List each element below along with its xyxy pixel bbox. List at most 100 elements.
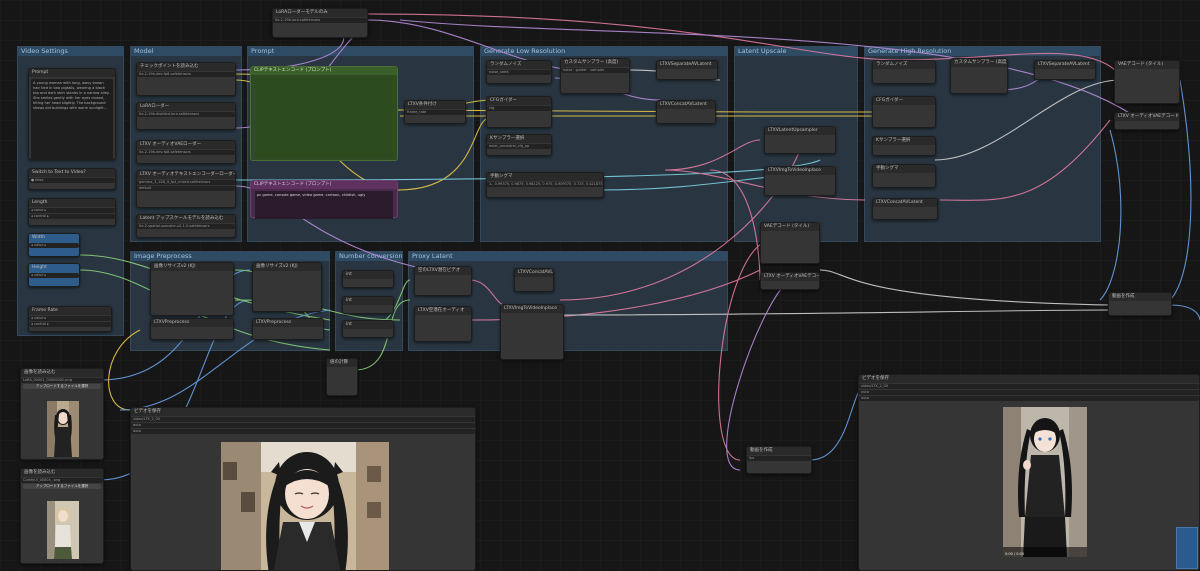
checkpoint-select[interactable]: ltx-2-19b-dev-fp8.safetensors <box>137 72 235 77</box>
group-title: Video Settings <box>18 47 123 56</box>
sigmas-node[interactable]: 手動シグマ 1., 0.99375, 0.9875, 0.98125, 0.97… <box>486 172 604 198</box>
node-graph-canvas[interactable]: Video Settings Model Prompt Generate Low… <box>0 0 1200 571</box>
latent-upscale-model-node[interactable]: Latent アップスケールモデルを読み込む ltx-2-spatial-ups… <box>136 214 236 238</box>
node-title: 画像リサイズv2 (KJ) <box>151 263 233 271</box>
length-value[interactable]: ◂ value ▸ <box>29 208 115 213</box>
lora-loader-node[interactable]: LoRAローダー ltx-2-19b-distilled-lora.safete… <box>136 102 236 130</box>
ltxv-concat-high-node[interactable]: LTXVConcatAVLatent <box>872 198 938 220</box>
node-title: LoRAローダー <box>137 103 235 111</box>
empty-latent-node[interactable]: 空のLTXV潜在ビデオ <box>414 266 472 296</box>
ltxv-separate-high-node[interactable]: LTXVSeparateAVLatent <box>1034 60 1096 80</box>
create-video-node-low[interactable]: 動画を作成 fps <box>746 446 812 474</box>
audio-vae-loader-node[interactable]: LTXV オーディオVAEローダー ltx-2-19b-dev-fp8.safe… <box>136 140 236 164</box>
ltxv-concat-node[interactable]: LTXVConcatAVLatent <box>656 100 716 124</box>
format-select-high[interactable]: auto <box>859 390 1199 395</box>
upload-button-1[interactable]: アップロードするファイルを選択 <box>23 384 101 389</box>
load-image-node-2[interactable]: 画像を読み込む ComfyUI_00004_.png アップロードするファイルを… <box>20 468 104 564</box>
cfg-value[interactable]: cfg <box>487 106 551 111</box>
number-node-2[interactable]: int <box>342 296 394 314</box>
ltxv-img-inplace-node[interactable]: LTXVImgToVideoInplace <box>764 166 836 196</box>
save-video-node-high[interactable]: ビデオを保存 video/LTX_2_00 auto auto 0:00 / 0… <box>858 374 1200 571</box>
sampler-custom-node[interactable]: カスタムサンプラー (高度) noise · guider · sampler <box>560 58 630 94</box>
prompt-node[interactable]: Prompt A young woman with long, wavy bro… <box>28 68 116 160</box>
node-title: int <box>343 297 393 305</box>
vae-decode-node[interactable]: VAEデコード (タイル) <box>760 222 820 264</box>
ltxv-preprocess-node-1[interactable]: LTXVPreprocess <box>150 318 234 340</box>
frame-rate-value[interactable]: ◂ value ▸ <box>29 316 111 321</box>
top-lora-select[interactable]: ltx-2-19b-lora.safetensors <box>273 18 367 23</box>
group-title: Latent Upscale <box>735 47 857 56</box>
group-title: Model <box>131 47 241 56</box>
load-checkpoint-node[interactable]: チェックポイントを読み込む ltx-2-19b-dev-fp8.safetens… <box>136 62 236 96</box>
sigmas-high-node[interactable]: 手動シグマ <box>872 164 936 188</box>
node-title: 画像を読み込む <box>21 369 103 377</box>
minimap[interactable] <box>1176 527 1198 569</box>
lora-select[interactable]: ltx-2-19b-distilled-lora.safetensors <box>137 112 235 117</box>
cfg-guider-high-node[interactable]: CFGガイダー <box>872 96 936 128</box>
resize-image-node-2[interactable]: 画像リサイズv2 (KJ) <box>252 262 322 312</box>
vae-decode-high-node[interactable]: VAEデコード (タイル) <box>1114 60 1180 104</box>
filename-prefix-high[interactable]: video/LTX_2_00 <box>859 384 1199 389</box>
ltxv-preprocess-node-2[interactable]: LTXVPreprocess <box>252 318 324 340</box>
fps-value[interactable]: fps <box>747 456 811 461</box>
video-preview-low[interactable] <box>221 442 389 570</box>
sigma-values[interactable]: 1., 0.99375, 0.9875, 0.98125, 0.975, 0.9… <box>487 182 603 187</box>
video-preview-high[interactable]: 0:00 / 0:05 <box>1003 407 1087 557</box>
sampler-custom-high-node[interactable]: カスタムサンプラー (高度) <box>950 58 1008 94</box>
height-node[interactable]: Height ◂ value ▸ <box>28 263 80 287</box>
random-noise-node[interactable]: ランダムノイズ noise_seed <box>486 60 552 84</box>
upload-button-2[interactable]: アップロードするファイルを選択 <box>23 484 101 489</box>
audio-vae-decode-node[interactable]: LTXV オーディオVAEデコード <box>760 272 820 290</box>
upscaler-select[interactable]: ltx-2-spatial-upscaler-x2-1.0.safetensor… <box>137 224 235 229</box>
ltxv-conditioning-node[interactable]: LTXV条件付け frame_rate <box>404 100 466 124</box>
length-node[interactable]: Length ◂ value ▸ ◂ control ▸ <box>28 198 116 226</box>
ksampler-select-node[interactable]: Kサンプラー選択 euler_ancestral_cfg_pp <box>486 134 552 156</box>
resize-image-node-1[interactable]: 画像リサイズv2 (KJ) <box>150 262 234 316</box>
number-node-3[interactable]: int <box>342 320 394 338</box>
height-value[interactable]: ◂ value ▸ <box>29 273 79 278</box>
node-title: Switch to Text to Video? <box>29 169 115 177</box>
number-node-1[interactable]: int <box>342 270 394 288</box>
file-select-1[interactable]: LoRA_00001_00000001.png <box>21 378 103 383</box>
group-title: Proxy Latent <box>409 252 727 261</box>
filename-prefix[interactable]: video/LTX_2_00 <box>131 417 475 422</box>
gemma-select[interactable]: gemma_3_12B_it_fp4_mixed.safetensors <box>137 180 235 185</box>
negative-text-area[interactable]: pc game, console game, video game, carto… <box>255 191 393 219</box>
prompt-textarea[interactable]: A young woman with long, wavy brown hair… <box>31 79 113 159</box>
noise-seed[interactable]: noise_seed <box>487 70 551 75</box>
positive-text-area[interactable] <box>256 78 392 158</box>
create-video-high-node[interactable]: 動画を作成 <box>1108 292 1172 316</box>
clip-loader-node[interactable]: LTXV オーディオテキストエンコーダーローダー gemma_3_12B_it_… <box>136 170 236 208</box>
sampler-name[interactable]: euler_ancestral_cfg_pp <box>487 144 551 149</box>
save-video-node-low[interactable]: ビデオを保存 video/LTX_2_00 auto auto <box>130 407 476 571</box>
ltxv-latent-upsampler-node[interactable]: LTXVLatentUpsampler <box>764 126 836 154</box>
clip-device[interactable]: default <box>137 186 235 191</box>
random-noise-high-node[interactable]: ランダムノイズ <box>872 60 936 84</box>
negative-prompt-node[interactable]: CLIPテキストエンコード (プロンプト) pc game, console g… <box>250 180 398 219</box>
empty-audio-node[interactable]: LTXV空潜在オーディオ <box>414 306 472 342</box>
switch-t2v-node[interactable]: Switch to Text to Video? ● false <box>28 168 116 190</box>
positive-prompt-node[interactable]: CLIPテキストエンコード (プロンプト) <box>250 66 398 161</box>
codec-select[interactable]: auto <box>131 429 475 434</box>
width-node[interactable]: Width ◂ value ▸ <box>28 233 80 257</box>
codec-select-high[interactable]: auto <box>859 396 1199 401</box>
ksampler-select-high-node[interactable]: Kサンプラー選択 <box>872 136 936 156</box>
ltxv-inplace-proxy-node[interactable]: LTXVImgToVideoInplace <box>500 304 564 360</box>
cfg-guider-node[interactable]: CFGガイダー cfg <box>486 96 552 128</box>
frame-rate-input[interactable]: frame_rate <box>405 110 465 115</box>
file-select-2[interactable]: ComfyUI_00004_.png <box>21 478 103 483</box>
proxy-value-node[interactable]: 値の計算 <box>326 358 358 396</box>
audio-vae-decode-high-node[interactable]: LTXV オーディオVAEデコード <box>1114 112 1180 130</box>
top-loader-node[interactable]: LoRAローダーモデルのみ ltx-2-19b-lora.safetensors <box>272 8 368 38</box>
audio-vae-select[interactable]: ltx-2-19b-dev-fp8.safetensors <box>137 150 235 155</box>
load-image-node-1[interactable]: 画像を読み込む LoRA_00001_00000001.png アップロードする… <box>20 368 104 460</box>
switch-toggle[interactable]: ● false <box>29 178 115 183</box>
frame-rate-control[interactable]: ◂ control ▸ <box>29 322 111 327</box>
ltxv-separate-node[interactable]: LTXVSeparateAVLatent <box>656 60 718 80</box>
frame-rate-node[interactable]: Frame Rate ◂ value ▸ ◂ control ▸ <box>28 306 112 332</box>
length-control[interactable]: ◂ control ▸ <box>29 214 115 219</box>
width-value[interactable]: ◂ value ▸ <box>29 243 79 248</box>
node-title: LTXV オーディオVAEデコード <box>761 273 819 281</box>
ltxv-concat-proxy-node[interactable]: LTXVConcatAVLatent <box>514 268 554 292</box>
format-select[interactable]: auto <box>131 423 475 428</box>
